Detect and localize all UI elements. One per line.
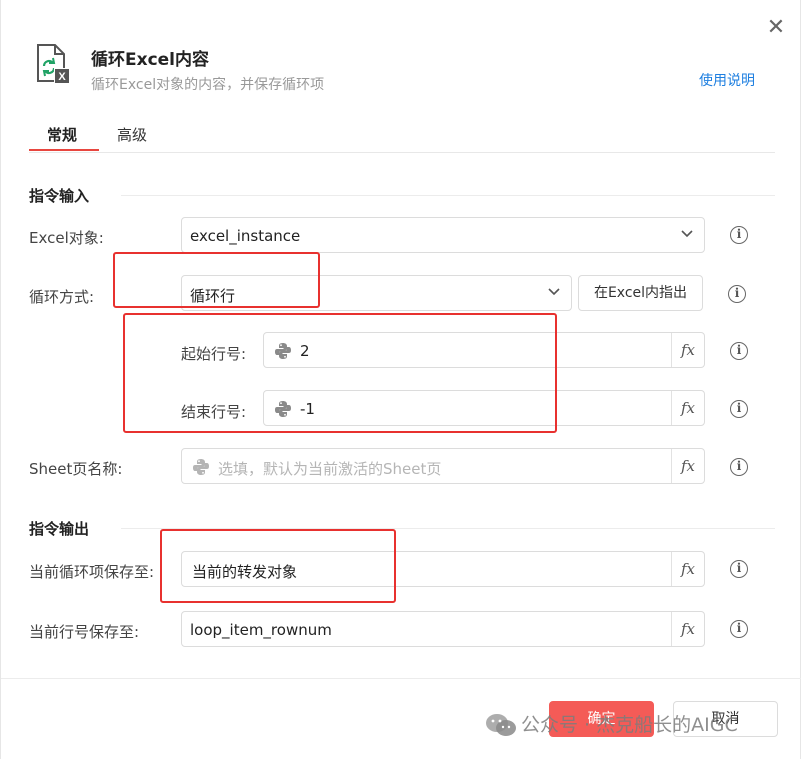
loop-item-label: 当前循环项保存至: — [29, 563, 155, 581]
excel-object-value: excel_instance — [190, 227, 301, 245]
tab-general[interactable]: 常规 — [47, 124, 77, 145]
footer-divider — [1, 678, 801, 679]
info-icon[interactable]: i — [730, 226, 748, 244]
fx-icon[interactable]: fx — [671, 552, 704, 586]
section-title-input: 指令输入 — [29, 187, 90, 205]
excel-loop-icon: X — [37, 44, 70, 83]
section-title-output: 指令输出 — [29, 520, 90, 538]
annotation-box-row-range — [123, 313, 557, 433]
pick-in-excel-button[interactable]: 在Excel内指出 — [578, 275, 703, 311]
row-num-label: 当前行号保存至: — [29, 623, 140, 641]
watermark-text: 公众号 · 杰克船长的AIGC — [521, 714, 738, 736]
loop-mode-label: 循环方式: — [29, 288, 95, 306]
info-icon[interactable]: i — [730, 620, 748, 638]
help-link[interactable]: 使用说明 — [699, 70, 755, 90]
dialog: ✕ X 循环Excel内容 循环Excel对象的内容，并保存循环项 使用说明 常… — [0, 0, 801, 759]
dialog-title: 循环Excel内容 — [91, 50, 210, 70]
sheet-name-label: Sheet页名称: — [29, 460, 123, 478]
fx-icon[interactable]: fx — [671, 333, 704, 367]
close-icon[interactable]: ✕ — [766, 17, 786, 39]
excel-object-select[interactable]: excel_instance — [181, 217, 705, 253]
chevron-down-icon — [548, 288, 560, 296]
tab-bar: 常规 高级 — [29, 116, 775, 153]
section-divider — [121, 195, 775, 196]
sheet-name-field[interactable]: 选填，默认为当前激活的Sheet页 fx — [181, 448, 705, 484]
fx-icon[interactable]: fx — [671, 449, 704, 483]
sheet-name-placeholder: 选填，默认为当前激活的Sheet页 — [218, 460, 442, 478]
tab-advanced[interactable]: 高级 — [117, 124, 147, 145]
python-icon — [193, 459, 209, 475]
excel-object-label: Excel对象: — [29, 229, 104, 247]
annotation-box-loop-mode — [113, 252, 320, 308]
info-icon[interactable]: i — [730, 400, 748, 418]
fx-icon[interactable]: fx — [671, 391, 704, 425]
row-num-value: loop_item_rownum — [190, 621, 332, 639]
active-tab-indicator — [29, 149, 99, 151]
info-icon[interactable]: i — [730, 342, 748, 360]
wechat-icon — [486, 714, 516, 736]
chevron-down-icon — [681, 230, 693, 238]
info-icon[interactable]: i — [730, 560, 748, 578]
svg-text:X: X — [58, 71, 66, 83]
fx-icon[interactable]: fx — [671, 612, 704, 646]
dialog-subtitle: 循环Excel对象的内容，并保存循环项 — [91, 77, 325, 93]
info-icon[interactable]: i — [730, 458, 748, 476]
row-num-output-field[interactable]: loop_item_rownum fx — [181, 611, 705, 647]
annotation-box-loop-item — [160, 529, 396, 603]
info-icon[interactable]: i — [728, 285, 746, 303]
